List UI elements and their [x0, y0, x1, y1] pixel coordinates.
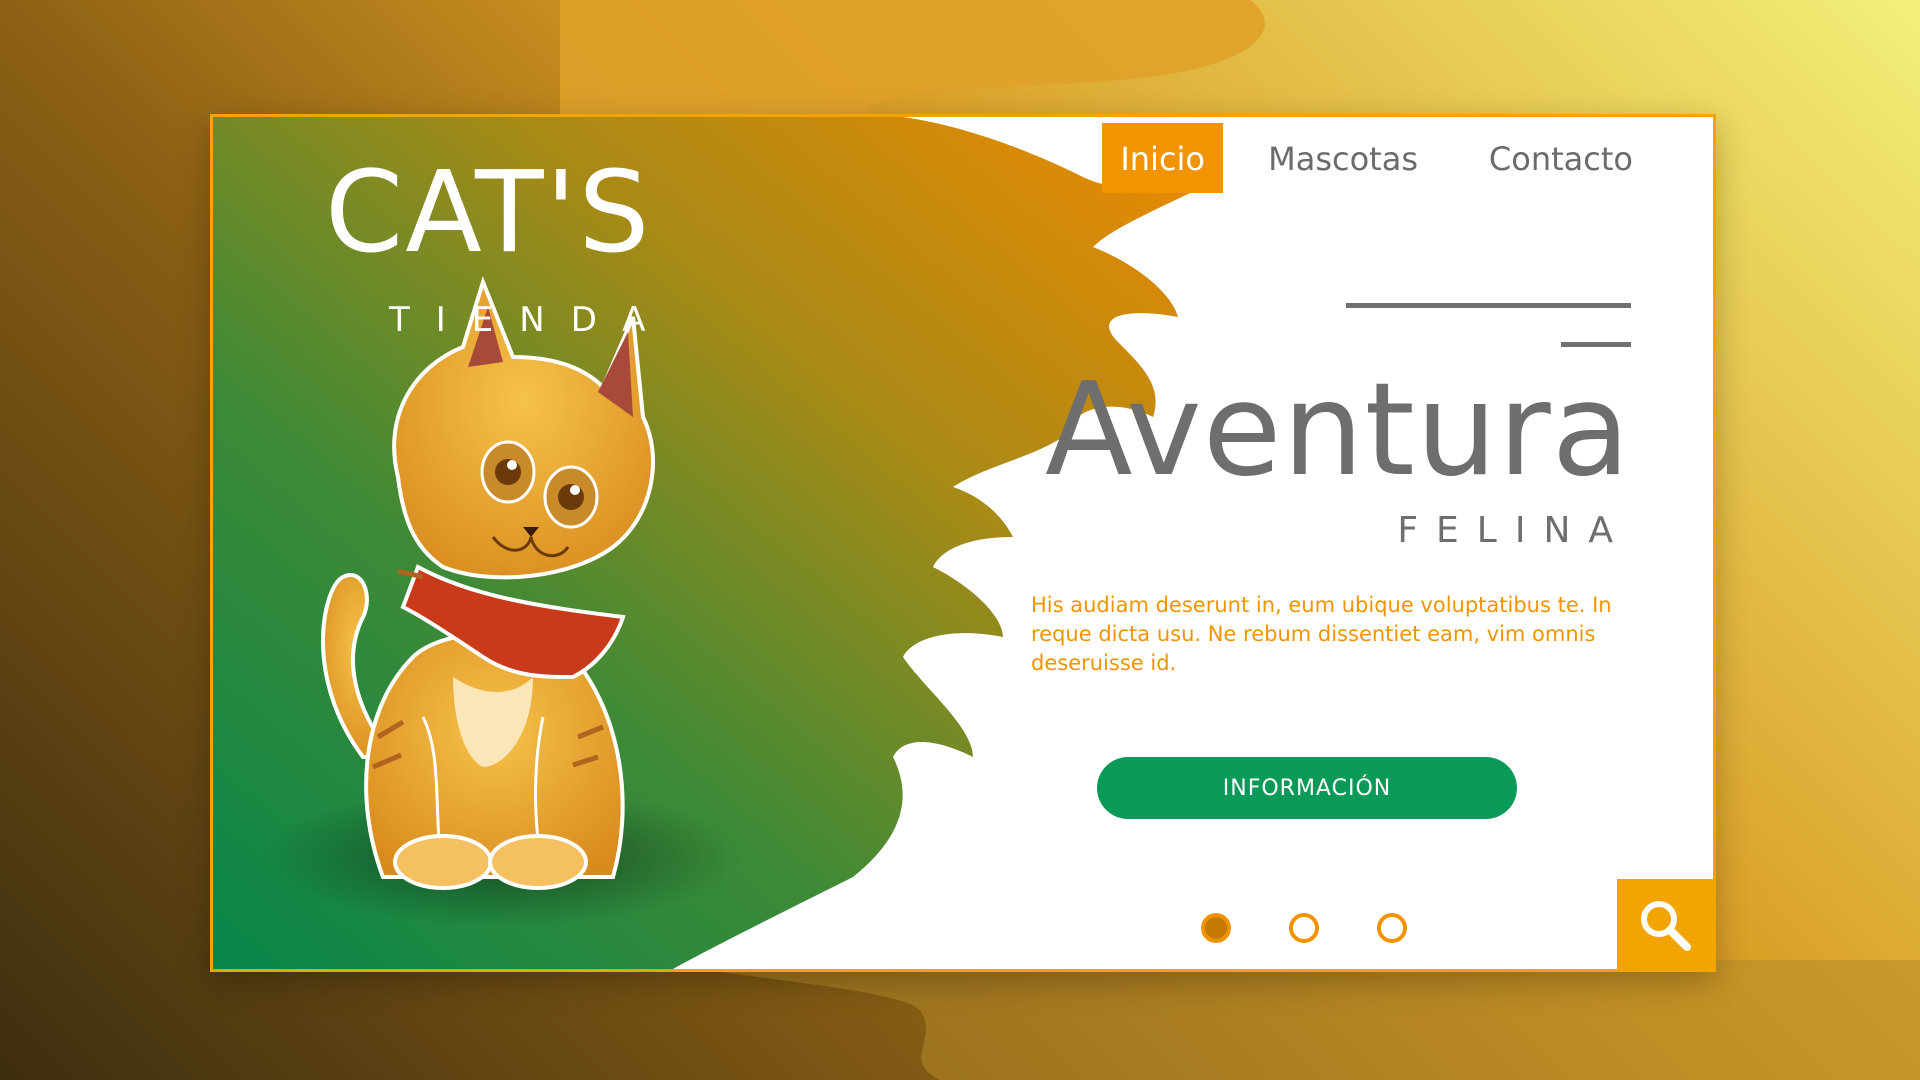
search-icon: [1641, 901, 1691, 951]
nav-item-contacto[interactable]: Contacto: [1489, 123, 1633, 193]
hero-subtitle: FELINA: [1397, 510, 1631, 551]
landing-card: CAT'S TIENDA Inicio Mascotas Contacto Av…: [210, 114, 1716, 972]
informacion-button[interactable]: INFORMACIÓN: [1097, 757, 1517, 819]
hero-description: His audiam deserunt in, eum ubique volup…: [1031, 593, 1612, 675]
nav-item-inicio[interactable]: Inicio: [1102, 123, 1223, 193]
nav-item-mascotas[interactable]: Mascotas: [1268, 123, 1418, 193]
hero-title: Aventura: [1044, 356, 1631, 505]
search-button[interactable]: [1617, 879, 1713, 969]
decorative-line-short: [1561, 342, 1631, 347]
brand-subtitle: TIENDA: [389, 300, 672, 340]
carousel-dot-2[interactable]: [1289, 913, 1319, 943]
carousel-dot-1[interactable]: [1201, 913, 1231, 943]
brand-title: CAT'S: [325, 148, 652, 278]
carousel-dot-3[interactable]: [1377, 913, 1407, 943]
decorative-line-long: [1346, 303, 1631, 308]
